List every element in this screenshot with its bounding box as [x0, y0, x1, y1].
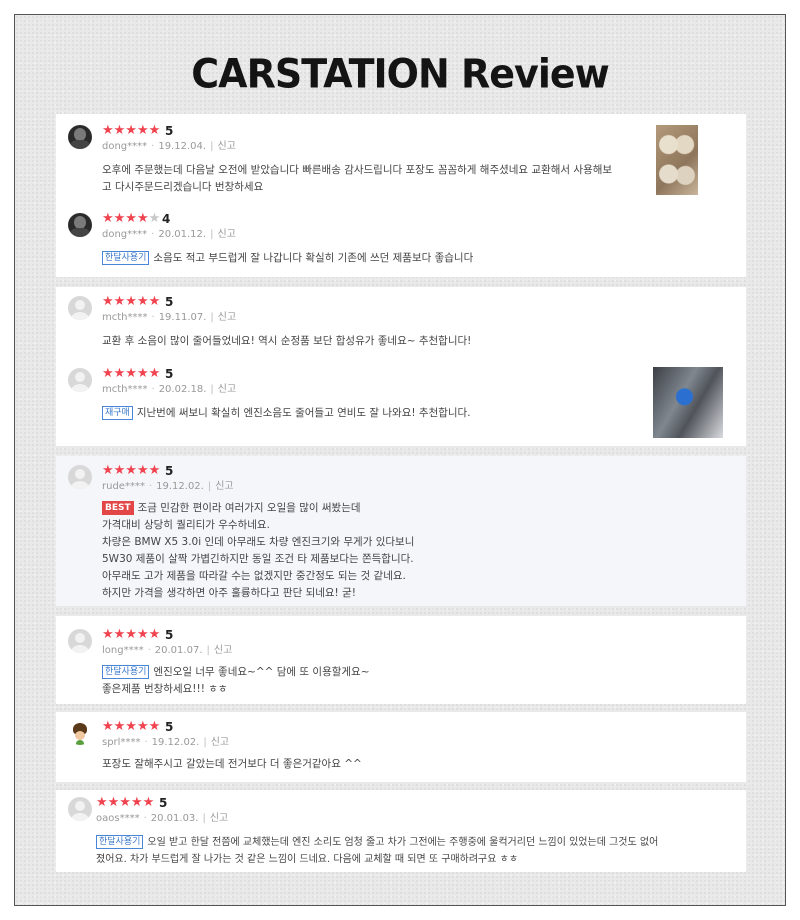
rating-stars: ★★★★★ [102, 211, 161, 226]
review-date: 19.11.07. [158, 312, 207, 323]
review-meta: mcth**** · 20.02.18. | 신고 [102, 384, 237, 395]
review-text: 오후에 주문했는데 다음날 오전에 받았습니다 빠른배송 감사드립니다 포장도 … [102, 164, 613, 193]
report-link[interactable]: 신고 [217, 229, 235, 240]
default-avatar [68, 629, 92, 653]
review-card: ★★★★★ 5 mcth**** · 19.11.07. | 신고 교환 후 소음이 많… [56, 287, 746, 446]
review-item: ★★★★★ 5 mcth**** · 20.02.18. | 신고 재구매 지난번에 써보… [56, 367, 746, 442]
review-text: 재구매 지난번에 써보니 확실히 엔진소음도 줄어들고 연비도 잘 나와요! 추천… [102, 405, 642, 422]
review-badge: 한달사용기 [102, 665, 150, 679]
default-avatar [68, 368, 92, 392]
rating-stars: ★★★★★ [102, 463, 161, 478]
rating-score: 5 [165, 367, 174, 381]
review-date: 20.02.18. [158, 384, 207, 395]
rating-stars: ★★★★★ [102, 366, 161, 381]
review-meta: rude**** · 19.12.02. | 신고 [102, 481, 234, 492]
review-meta: dong**** · 19.12.04. | 신고 [102, 141, 236, 152]
review-card: ★★★★★ 5 sprl**** · 19.12.02. | 신고 포장도 잘해주시고 … [56, 712, 746, 782]
review-card: ★★★★★ 5 long**** · 20.01.07. | 신고 한달사용기 엔진오일 … [56, 616, 746, 704]
rating-score: 5 [165, 295, 174, 309]
rating-score: 4 [162, 212, 171, 226]
review-text: BEST 조금 민감한 편이라 여러가지 오일을 많이 써봤는데 가격대비 상당히… [102, 501, 415, 599]
rating-stars: ★★★★★ [102, 627, 161, 642]
review-meta: long**** · 20.01.07. | 신고 [102, 645, 233, 656]
review-item: ★★★★★ 5 mcth**** · 19.11.07. | 신고 교환 후 소음이 많… [56, 295, 746, 355]
reviewer-id: dong**** [102, 141, 148, 152]
rating-score: 5 [165, 464, 174, 478]
review-item: ★★★★★ 5 sprl**** · 19.12.02. | 신고 포장도 잘해주시고 … [56, 720, 746, 780]
review-meta: sprl**** · 19.12.02. | 신고 [102, 737, 230, 748]
review-item: ★★★★★ 5 rude**** · 19.12.02. | 신고 BEST 조금 민감한… [56, 464, 746, 604]
best-badge: BEST [102, 501, 134, 515]
report-link[interactable]: 신고 [217, 141, 235, 152]
review-card: ★★★★★ 5 oaos**** · 20.01.03. | 신고 한달사용기 오일 받고… [56, 790, 746, 872]
review-item: ★★★★★ 5 long**** · 20.01.07. | 신고 한달사용기 엔진오일 … [56, 628, 746, 704]
rating-stars: ★★★★★ [96, 795, 155, 810]
photo-avatar [68, 125, 92, 149]
reviewer-id: rude**** [102, 481, 145, 492]
reviewer-id: mcth**** [102, 312, 148, 323]
review-date: 19.12.02. [156, 481, 204, 492]
report-link[interactable]: 신고 [218, 312, 236, 323]
review-text: 한달사용기 오일 받고 한달 전쯤에 교체했는데 엔진 소리도 엄청 줄고 차가 … [96, 835, 659, 865]
report-link[interactable]: 신고 [210, 813, 228, 824]
review-text: 한달사용기 소음도 적고 부드럽게 잘 나갑니다 확실히 기존에 쓰던 제품보다 … [102, 250, 702, 267]
review-card-best: ★★★★★ 5 rude**** · 19.12.02. | 신고 BEST 조금 민감한… [56, 456, 746, 606]
reviewer-id: long**** [102, 645, 144, 656]
rating-score: 5 [165, 628, 174, 642]
review-date: 20.01.03. [150, 813, 199, 824]
engine-bay-thumbnail[interactable] [653, 367, 723, 438]
review-meta: mcth**** · 19.11.07. | 신고 [102, 312, 237, 323]
report-link[interactable]: 신고 [218, 384, 236, 395]
reviewer-id: sprl**** [102, 737, 141, 748]
rating-stars: ★★★★★ [102, 123, 161, 138]
review-date: 20.01.07. [154, 645, 203, 656]
review-card: ★★★★★ 5 dong**** · 19.12.04. | 신고 오후에 주문했는데 … [56, 114, 746, 277]
review-text: 한달사용기 엔진오일 너무 좋네요~^^ 담에 또 이용할게요~ 좋은제품 번창하세… [102, 665, 370, 695]
review-meta: oaos**** · 20.01.03. | 신고 [96, 813, 229, 824]
rating-score: 5 [159, 796, 168, 810]
review-item: ★★★★★ 5 oaos**** · 20.01.03. | 신고 한달사용기 오일 받고… [56, 796, 746, 872]
report-link[interactable]: 신고 [214, 645, 232, 656]
rating-score: 5 [165, 720, 174, 734]
review-badge: 한달사용기 [96, 835, 144, 849]
default-avatar [68, 296, 92, 320]
cartoon-avatar [68, 721, 92, 745]
reviewer-id: mcth**** [102, 384, 148, 395]
review-badge: 한달사용기 [102, 251, 150, 265]
rating-stars: ★★★★★ [102, 294, 161, 309]
review-date: 20.01.12. [158, 229, 207, 240]
photo-avatar [68, 213, 92, 237]
rating-stars: ★★★★★ [102, 719, 161, 734]
page-title: CARSTATION Review [191, 50, 609, 98]
default-avatar [68, 465, 92, 489]
default-avatar [68, 797, 92, 821]
report-link[interactable]: 신고 [215, 481, 233, 492]
review-item: ★★★★★ 4 dong**** · 20.01.12. | 신고 한달사용기 소음도 적… [56, 212, 746, 272]
review-text: 교환 후 소음이 많이 줄어들었네요! 역시 순정품 보단 합성유가 좋네요~ … [102, 335, 472, 347]
review-badge: 재구매 [102, 406, 133, 420]
review-text: 포장도 잘해주시고 갈았는데 전거보다 더 좋은거같아요 ^^ [102, 758, 362, 770]
rating-score: 5 [165, 124, 174, 138]
reviewer-id: dong**** [102, 229, 148, 240]
review-date: 19.12.02. [151, 737, 200, 748]
review-item: ★★★★★ 5 dong**** · 19.12.04. | 신고 오후에 주문했는데 … [56, 123, 746, 195]
review-meta: dong**** · 20.01.12. | 신고 [102, 229, 236, 240]
review-date: 19.12.04. [158, 141, 207, 152]
engine-thumbnail[interactable] [656, 125, 698, 195]
report-link[interactable]: 신고 [211, 737, 229, 748]
reviewer-id: oaos**** [96, 813, 140, 824]
